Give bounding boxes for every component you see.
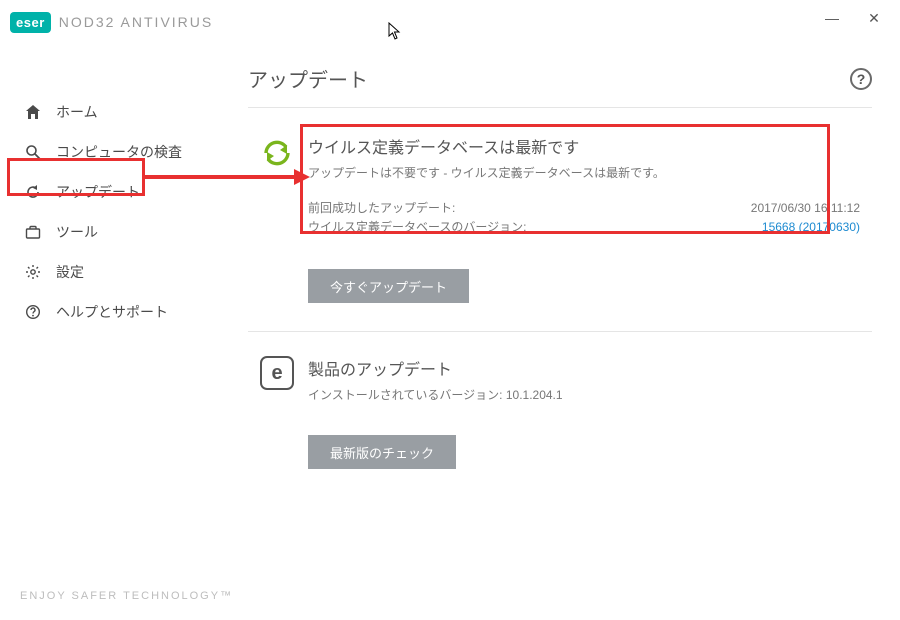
sidebar-item-label: コンピュータの検査: [56, 142, 182, 162]
update-status-section: ウイルス定義データベースは最新です アップデートは不要です - ウイルス定義デー…: [248, 134, 872, 237]
search-icon: [24, 144, 42, 160]
page-title: アップデート: [248, 64, 368, 93]
product-update-section: e 製品のアップデート インストールされているバージョン: 10.1.204.1: [248, 356, 872, 403]
briefcase-icon: [24, 224, 42, 240]
last-update-value: 2017/06/30 16:11:12: [751, 199, 860, 218]
db-version-label: ウイルス定義データベースのバージョン:: [308, 218, 527, 237]
sidebar-item-label: 設定: [56, 262, 84, 282]
check-latest-button[interactable]: 最新版のチェック: [308, 435, 456, 469]
eset-logo-icon: e: [260, 356, 294, 390]
sidebar-item-label: ホーム: [56, 102, 98, 122]
installed-version-label: インストールされているバージョン:: [308, 388, 506, 402]
last-update-label: 前回成功したアップデート:: [308, 199, 455, 218]
status-refresh-icon: [260, 136, 294, 170]
sidebar-item-help[interactable]: ヘルプとサポート: [0, 292, 240, 332]
gear-icon: [24, 264, 42, 280]
update-now-button[interactable]: 今すぐアップデート: [308, 269, 469, 303]
installed-version-value: 10.1.204.1: [506, 388, 563, 402]
close-button[interactable]: ✕: [854, 4, 894, 32]
product-update-title: 製品のアップデート: [308, 356, 872, 380]
sidebar-item-scan[interactable]: コンピュータの検査: [0, 132, 240, 172]
sidebar-item-home[interactable]: ホーム: [0, 92, 240, 132]
sidebar-item-label: ヘルプとサポート: [56, 302, 168, 322]
help-button[interactable]: ?: [850, 68, 872, 90]
home-icon: [24, 104, 42, 120]
sidebar-item-label: ツール: [56, 222, 98, 242]
sidebar-item-label: アップデート: [56, 182, 140, 202]
cursor-icon: [388, 22, 402, 40]
sidebar-item-update[interactable]: アップデート: [0, 172, 240, 212]
main-content: アップデート ? ウイルス定義データベースは最新です アップデートは不要です -…: [240, 44, 900, 620]
footer-tagline: ENJOY SAFER TECHNOLOGY™: [20, 590, 233, 602]
refresh-icon: [24, 184, 42, 200]
minimize-button[interactable]: —: [812, 4, 852, 32]
sidebar-item-settings[interactable]: 設定: [0, 252, 240, 292]
section-divider: [248, 331, 872, 332]
sidebar-item-tools[interactable]: ツール: [0, 212, 240, 252]
question-icon: [24, 304, 42, 320]
db-version-link[interactable]: 15668 (20170630): [762, 218, 860, 237]
app-logo: eser: [10, 12, 51, 33]
titlebar: eser NOD32 ANTIVIRUS — ✕: [0, 0, 900, 44]
sidebar: ホーム コンピュータの検査 アップデート ツール: [0, 44, 240, 620]
status-description: アップデートは不要です - ウイルス定義データベースは最新です。: [308, 164, 860, 181]
status-title: ウイルス定義データベースは最新です: [308, 134, 860, 158]
product-name: NOD32 ANTIVIRUS: [59, 14, 213, 30]
